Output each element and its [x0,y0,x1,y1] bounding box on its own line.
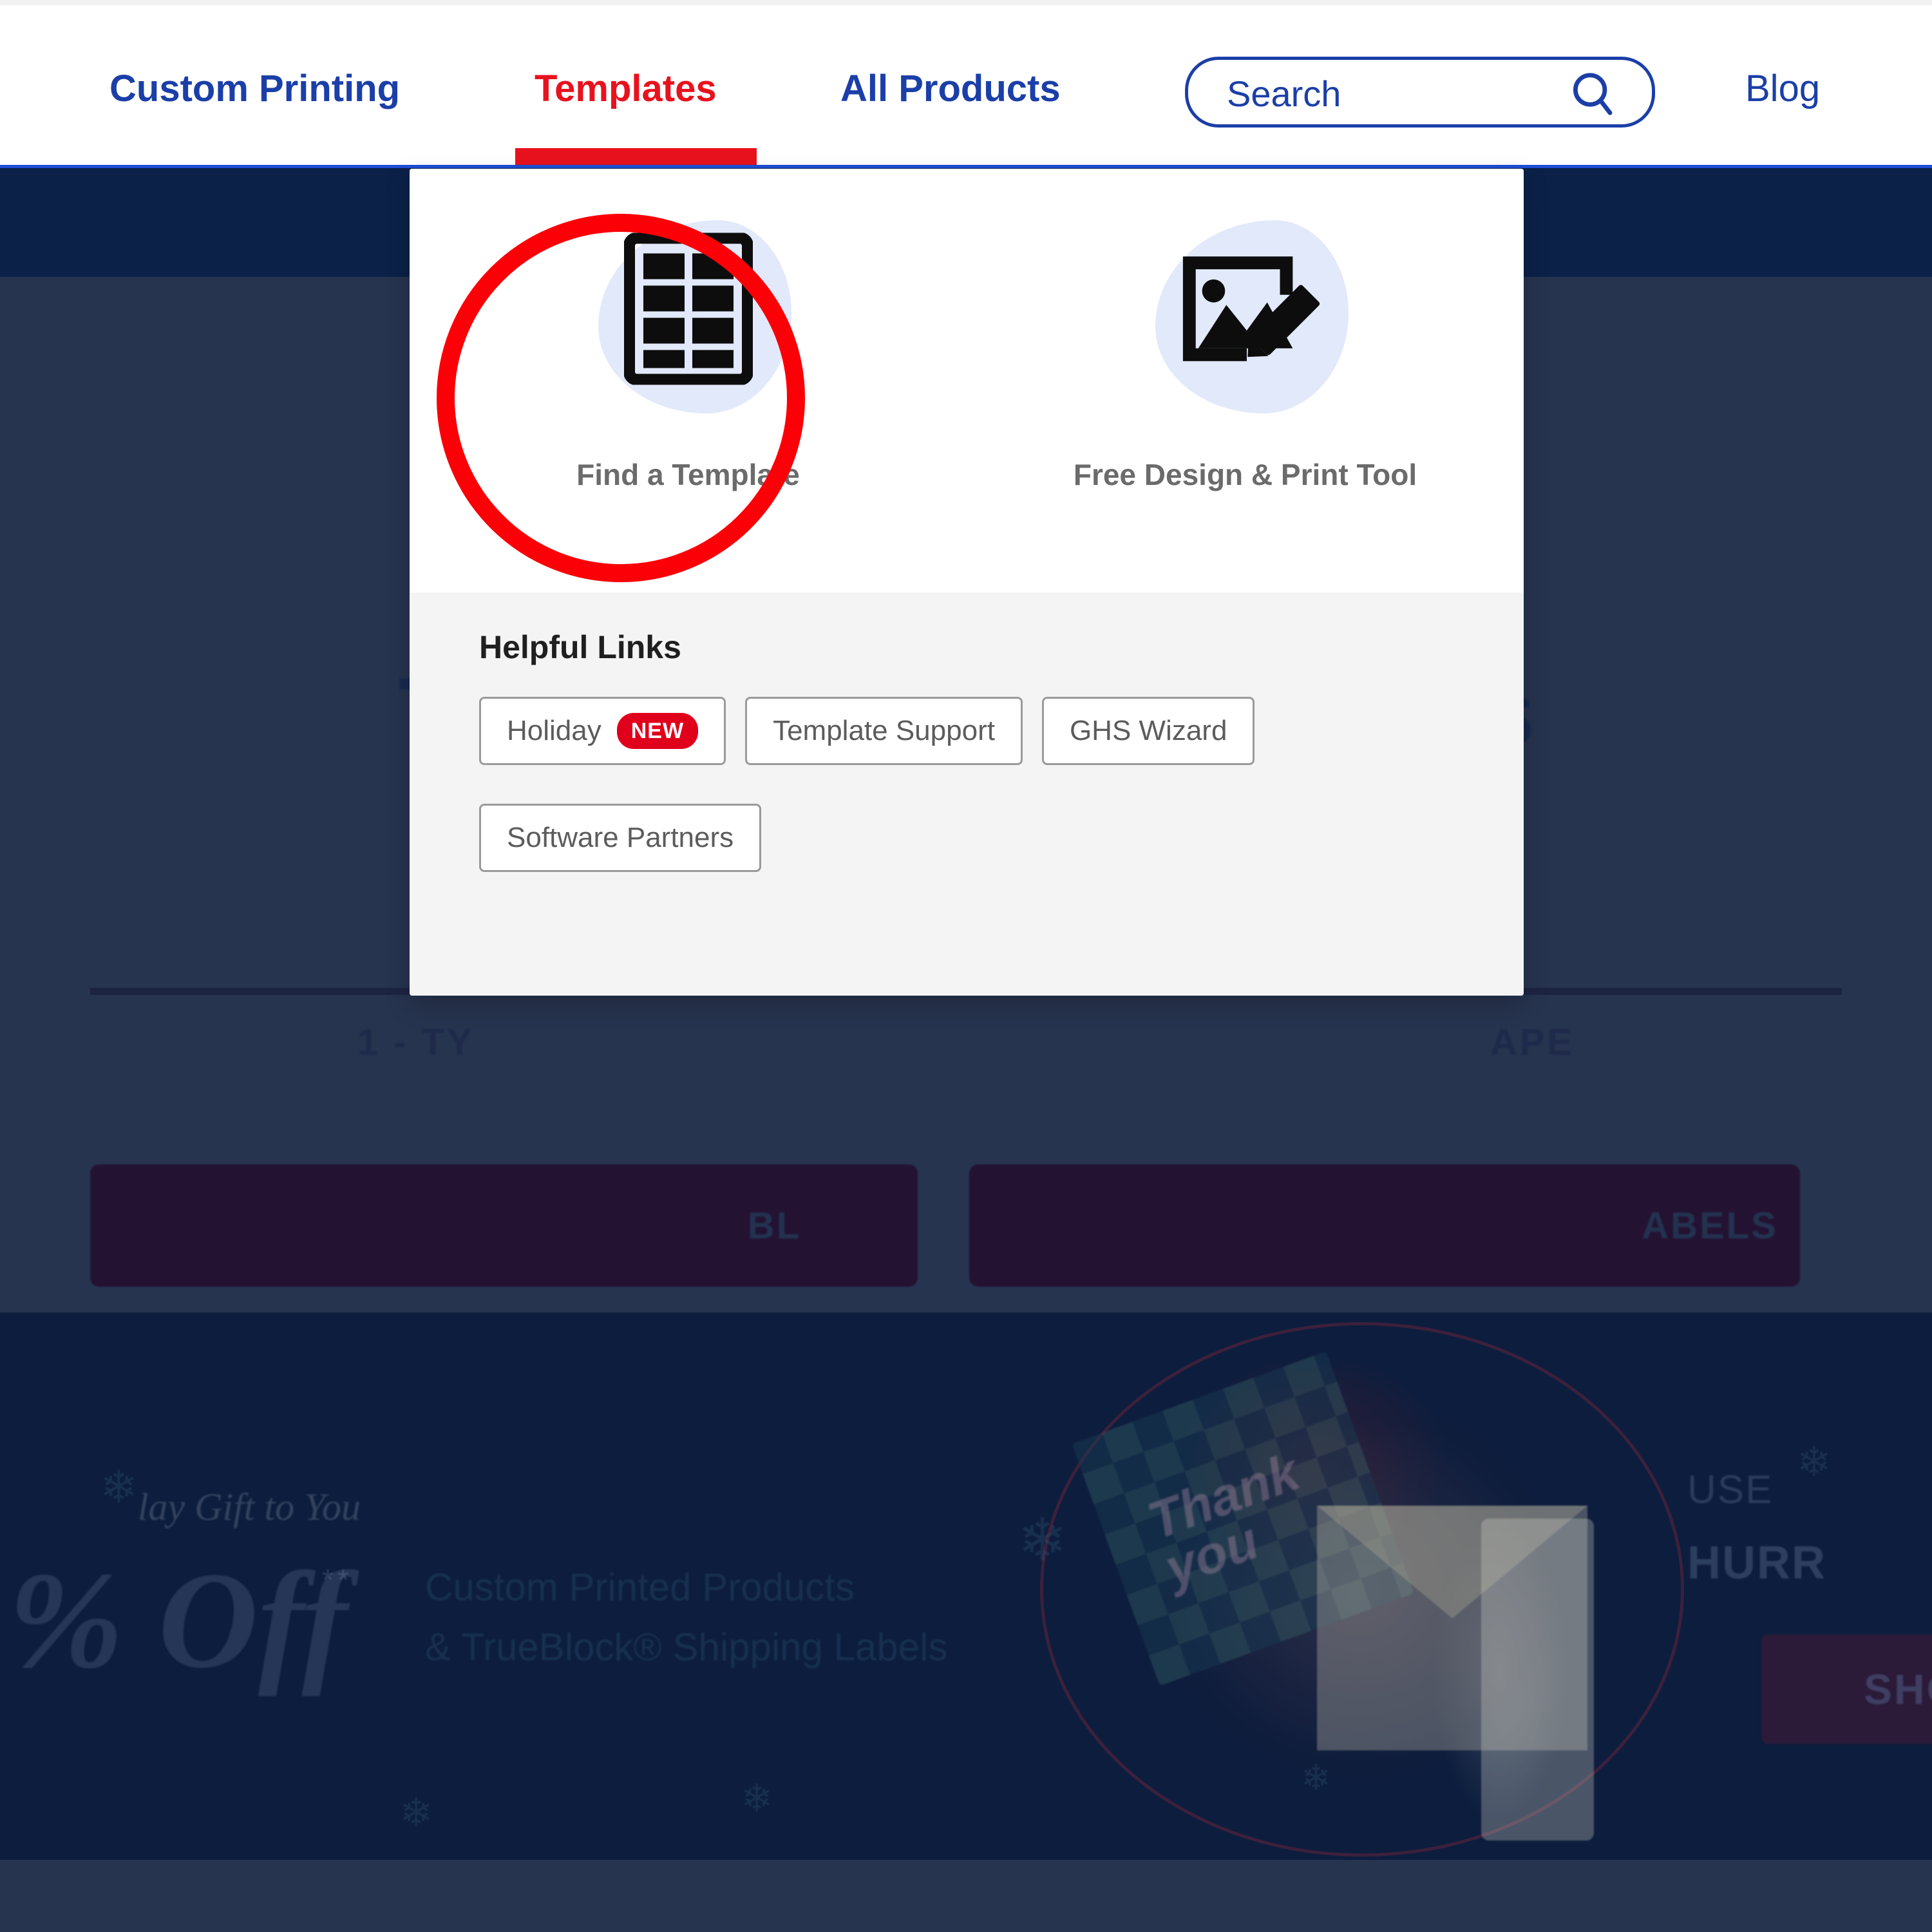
nav-item-custom-printing[interactable]: Custom Printing [109,67,400,110]
tile-graphic [1110,214,1381,471]
promo-hurry-text: HURR [1687,1537,1826,1589]
search-placeholder: Search [1227,73,1341,114]
new-badge: NEW [616,713,699,749]
nav-item-templates[interactable]: Templates [535,67,717,110]
dropdown-tile-free-design-print-tool-label: Free Design & Print Tool [1073,458,1417,491]
active-tab-indicator [515,148,757,165]
image-edit-icon [1170,239,1321,383]
promo-description-line-1: Custom Printed Products [425,1566,855,1609]
helpful-link-holiday[interactable]: Holiday NEW [479,697,726,765]
site-header: s Custom Printing Templates All Products… [0,5,1932,166]
hero-button-left-label: BL [747,1204,802,1247]
dropdown-helpful-links-section: Helpful Links Holiday NEW Template Suppo… [410,592,1524,996]
snowflake-icon: ❄ [1018,1508,1068,1573]
helpful-link-software-partners-label: Software Partners [507,822,734,853]
page-bottom-band [0,1860,1932,1932]
snowflake-icon: ❄ [1301,1757,1331,1798]
templates-dropdown-panel: Find a Template Free Design & Print Tool… [410,169,1524,996]
nav-item-all-products[interactable]: All Products [840,67,1061,110]
search-input[interactable]: Search [1185,57,1655,128]
dropdown-tile-find-a-template-label: Find a Template [576,458,800,491]
hero-button-right-label: ABELS [1642,1204,1778,1247]
helpful-link-ghs-wizard-label: GHS Wizard [1069,715,1227,746]
helpful-links-chip-list: Holiday NEW Template Support GHS Wizard … [479,697,1458,872]
hero-button-right[interactable]: ABELS [969,1164,1800,1287]
nav-item-blog[interactable]: Blog [1745,67,1820,110]
tile-graphic [553,214,824,471]
promo-use-code: USE [1687,1468,1774,1512]
helpful-link-software-partners[interactable]: Software Partners [479,804,762,872]
hero-subtitle: 1 - TY APE [0,1021,1932,1064]
dropdown-tiles-section: Find a Template Free Design & Print Tool [410,169,1524,592]
promo-description-line-2: & TrueBlock® Shipping Labels [425,1625,948,1669]
promo-description: Custom Printed Products & TrueBlock® Shi… [425,1557,972,1677]
nav-bottom-border [0,165,1932,168]
snowflake-icon: ❄ [399,1791,433,1835]
helpful-links-heading: Helpful Links [479,629,681,665]
hero-subtitle-right: APE [1490,1021,1575,1063]
promo-headline: % Off [8,1543,348,1697]
top-strip [0,0,1932,5]
promo-banner: Thank you ❄ ❄ ❄ ❄ ❄ ❄ lay Gift to You % … [0,1312,1932,1860]
hero-button-left[interactable]: BL [90,1164,918,1287]
primary-nav: s Custom Printing Templates All Products… [0,5,1932,166]
helpful-link-template-support[interactable]: Template Support [745,697,1023,765]
helpful-link-holiday-label: Holiday [507,715,601,746]
page-root: The els 1 - TY APE BL ABELS ✔ Orders ✔ F… [0,0,1932,1932]
dropdown-tile-free-design-print-tool[interactable]: Free Design & Print Tool [967,169,1524,592]
helpful-link-template-support-label: Template Support [773,715,995,746]
helpful-link-ghs-wizard[interactable]: GHS Wizard [1041,697,1255,765]
promo-eyebrow: lay Gift to You [137,1486,361,1528]
promo-asterisks: ** [322,1563,353,1596]
promo-shop-button-label: SHO [1863,1665,1932,1713]
hero-subtitle-left: 1 - TY [357,1021,474,1063]
search-icon[interactable] [1568,69,1618,122]
template-grid-icon [623,232,753,388]
dropdown-tile-find-a-template[interactable]: Find a Template [410,169,967,592]
promo-shop-button[interactable]: SHO [1761,1634,1932,1744]
promo-sticker-roll [1481,1519,1594,1841]
snowflake-icon: ❄ [741,1777,773,1820]
